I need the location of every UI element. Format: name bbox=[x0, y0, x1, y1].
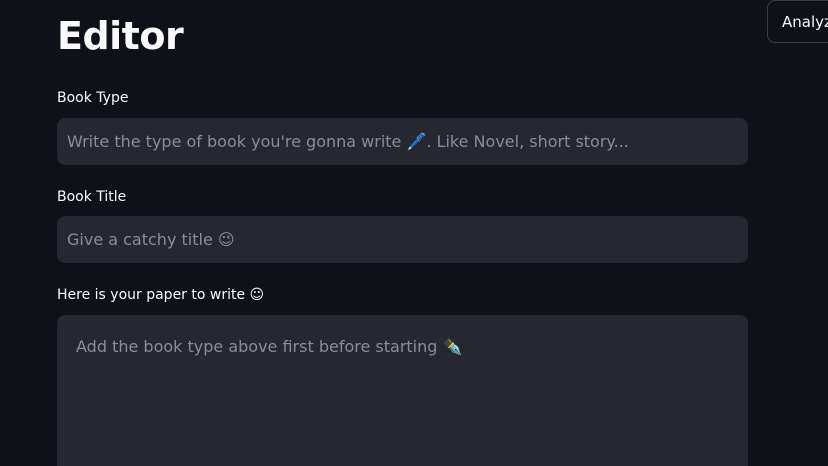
book-type-label: Book Type bbox=[57, 90, 129, 106]
page-title: Editor bbox=[57, 14, 184, 58]
paper-textarea[interactable] bbox=[57, 315, 748, 466]
book-title-label: Book Title bbox=[57, 189, 127, 205]
editor-page: Analyze Editor Book Type Book Title Here… bbox=[0, 0, 828, 466]
book-type-input[interactable] bbox=[57, 118, 748, 165]
analyze-button[interactable]: Analyze bbox=[767, 0, 828, 43]
paper-label: Here is your paper to write ☺ bbox=[57, 287, 265, 303]
book-title-input[interactable] bbox=[57, 216, 748, 263]
